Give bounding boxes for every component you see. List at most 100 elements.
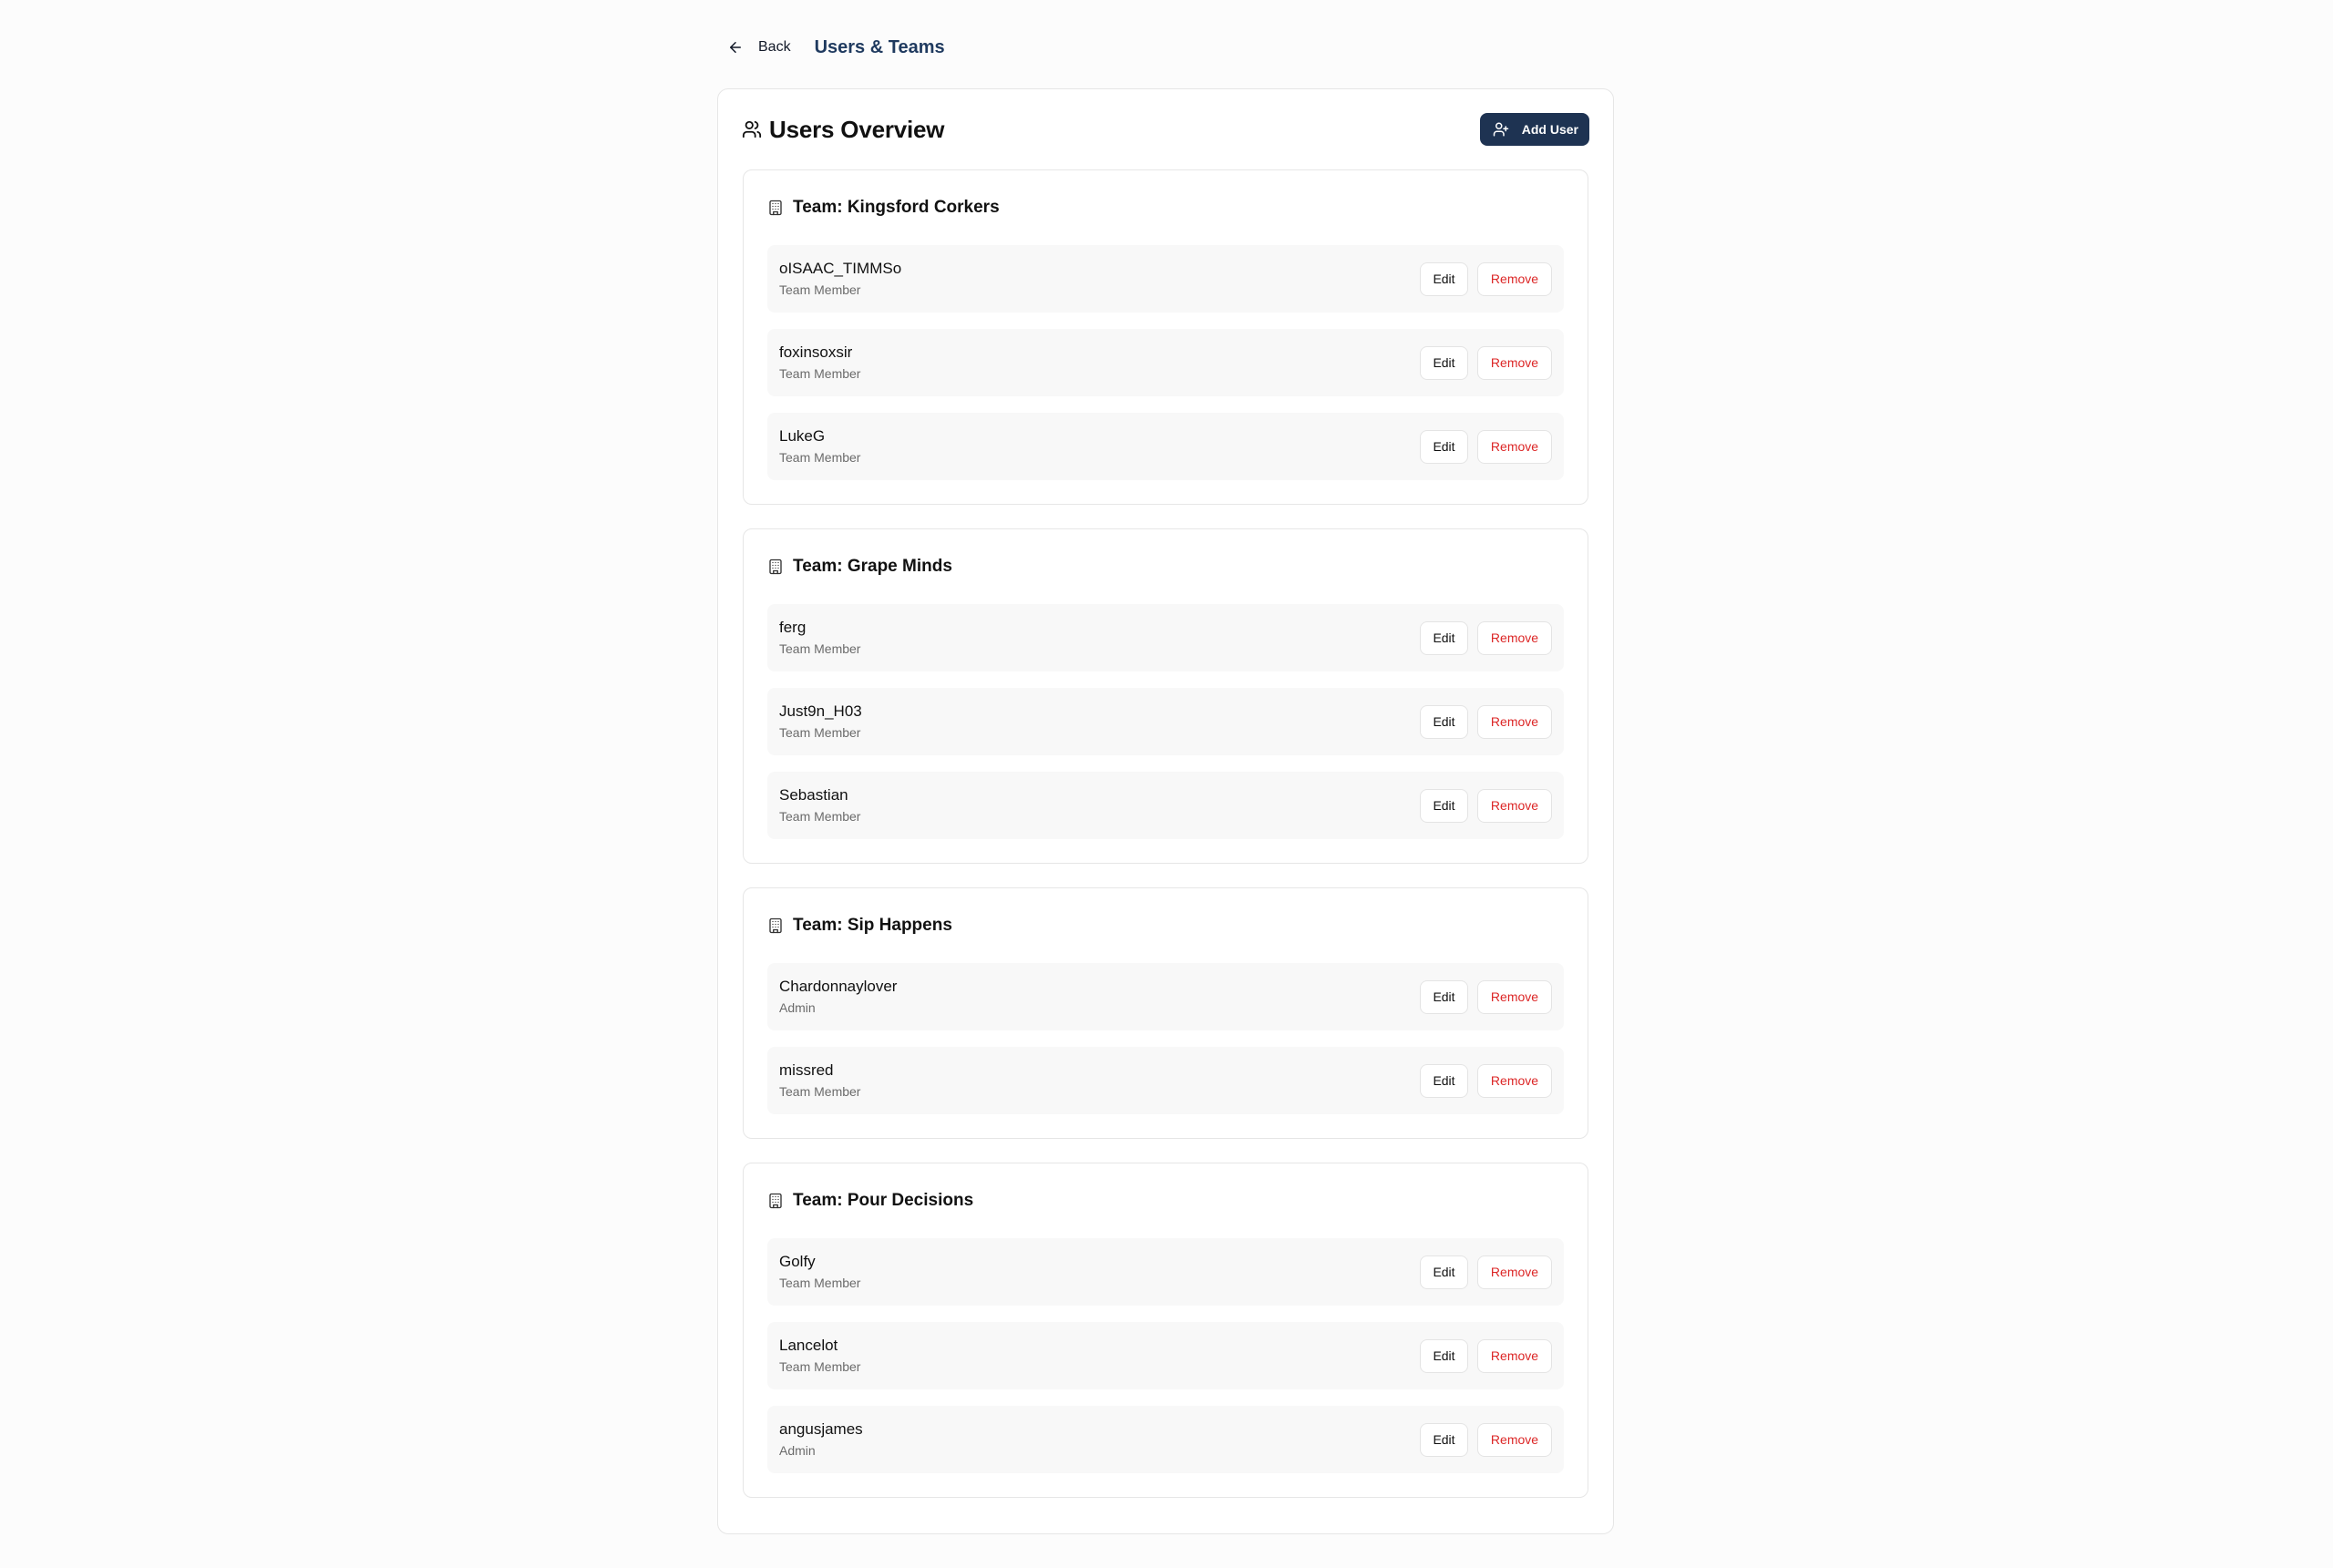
member-actions: Edit Remove bbox=[1420, 979, 1552, 1014]
building-icon bbox=[767, 558, 784, 576]
member-name: angusjames bbox=[779, 1420, 863, 1438]
member-name: missred bbox=[779, 1061, 834, 1079]
member-row: missred Team Member Edit Remove bbox=[767, 1047, 1564, 1114]
member-role: Team Member bbox=[779, 809, 861, 824]
team-title: Team: Sip Happens bbox=[793, 916, 952, 935]
member-info: Chardonnaylover Admin bbox=[779, 977, 897, 1017]
add-user-button[interactable]: Add User bbox=[1479, 113, 1589, 146]
page: Back Users & Teams Users Overview Add Us… bbox=[0, 0, 2333, 1568]
member-row: angusjames Admin Edit Remove bbox=[767, 1406, 1564, 1473]
member-info: oISAAC_TIMMSo Team Member bbox=[779, 259, 901, 299]
edit-user-button[interactable]: Edit bbox=[1420, 429, 1468, 464]
top-bar: Back Users & Teams bbox=[718, 31, 945, 64]
edit-user-button[interactable]: Edit bbox=[1420, 1338, 1468, 1373]
back-label: Back bbox=[758, 39, 791, 55]
card-title: Users Overview bbox=[769, 115, 945, 143]
member-role: Team Member bbox=[779, 1276, 861, 1290]
remove-user-button[interactable]: Remove bbox=[1477, 1063, 1552, 1098]
card-header: Users Overview Add User bbox=[742, 113, 1589, 146]
team-header: Team: Grape Minds bbox=[767, 553, 1564, 580]
member-info: foxinsoxsir Team Member bbox=[779, 343, 860, 383]
edit-user-button[interactable]: Edit bbox=[1420, 788, 1468, 823]
member-row: Golfy Team Member Edit Remove bbox=[767, 1238, 1564, 1306]
edit-user-button[interactable]: Edit bbox=[1420, 704, 1468, 739]
building-icon bbox=[767, 1192, 784, 1210]
member-actions: Edit Remove bbox=[1420, 345, 1552, 380]
add-user-label: Add User bbox=[1521, 122, 1578, 137]
member-row: Chardonnaylover Admin Edit Remove bbox=[767, 963, 1564, 1030]
team-title: Team: Kingsford Corkers bbox=[793, 198, 1000, 217]
member-actions: Edit Remove bbox=[1420, 1255, 1552, 1289]
remove-user-button[interactable]: Remove bbox=[1477, 261, 1552, 296]
member-name: Golfy bbox=[779, 1253, 816, 1270]
edit-user-button[interactable]: Edit bbox=[1420, 1063, 1468, 1098]
remove-user-button[interactable]: Remove bbox=[1477, 1338, 1552, 1373]
member-row: oISAAC_TIMMSo Team Member Edit Remove bbox=[767, 245, 1564, 313]
member-info: LukeG Team Member bbox=[779, 426, 860, 466]
edit-user-button[interactable]: Edit bbox=[1420, 1255, 1468, 1289]
remove-user-button[interactable]: Remove bbox=[1477, 788, 1552, 823]
member-actions: Edit Remove bbox=[1420, 1338, 1552, 1373]
remove-user-button[interactable]: Remove bbox=[1477, 429, 1552, 464]
remove-user-button[interactable]: Remove bbox=[1477, 704, 1552, 739]
team-section: Team: Pour Decisions Golfy Team Member Edit… bbox=[743, 1163, 1588, 1498]
member-actions: Edit Remove bbox=[1420, 261, 1552, 296]
member-info: Sebastian Team Member bbox=[779, 785, 860, 825]
remove-user-button[interactable]: Remove bbox=[1477, 1255, 1552, 1289]
remove-user-button[interactable]: Remove bbox=[1477, 1422, 1552, 1457]
member-name: Lancelot bbox=[779, 1337, 838, 1354]
member-row: ferg Team Member Edit Remove bbox=[767, 604, 1564, 671]
member-actions: Edit Remove bbox=[1420, 1063, 1552, 1098]
member-name: Chardonnaylover bbox=[779, 978, 898, 995]
member-row: LukeG Team Member Edit Remove bbox=[767, 413, 1564, 480]
edit-user-button[interactable]: Edit bbox=[1420, 1422, 1468, 1457]
member-row: Lancelot Team Member Edit Remove bbox=[767, 1322, 1564, 1389]
building-icon bbox=[767, 917, 784, 935]
user-plus-icon bbox=[1493, 121, 1522, 138]
card-title-group: Users Overview bbox=[742, 115, 945, 144]
member-role: Team Member bbox=[779, 450, 861, 465]
back-button[interactable]: Back bbox=[718, 31, 804, 64]
edit-user-button[interactable]: Edit bbox=[1420, 261, 1468, 296]
team-section: Team: Kingsford Corkers oISAAC_TIMMSo Team… bbox=[743, 169, 1588, 505]
member-role: Team Member bbox=[779, 282, 861, 297]
team-header: Team: Kingsford Corkers bbox=[767, 194, 1564, 221]
edit-user-button[interactable]: Edit bbox=[1420, 345, 1468, 380]
users-overview-card: Users Overview Add User Team: Kingsford … bbox=[717, 88, 1614, 1534]
team-section: Team: Sip Happens Chardonnaylover Admin Edi… bbox=[743, 887, 1588, 1139]
member-role: Admin bbox=[779, 1443, 816, 1458]
member-actions: Edit Remove bbox=[1420, 788, 1552, 823]
member-role: Team Member bbox=[779, 725, 861, 740]
member-role: Admin bbox=[779, 1000, 816, 1015]
remove-user-button[interactable]: Remove bbox=[1477, 345, 1552, 380]
users-icon bbox=[742, 119, 762, 139]
member-role: Team Member bbox=[779, 1359, 861, 1374]
member-role: Team Member bbox=[779, 641, 861, 656]
member-row: Sebastian Team Member Edit Remove bbox=[767, 772, 1564, 839]
member-actions: Edit Remove bbox=[1420, 429, 1552, 464]
member-actions: Edit Remove bbox=[1420, 620, 1552, 655]
member-name: LukeG bbox=[779, 427, 826, 445]
member-row: foxinsoxsir Team Member Edit Remove bbox=[767, 329, 1564, 396]
building-icon bbox=[767, 199, 784, 217]
member-info: Lancelot Team Member bbox=[779, 1336, 860, 1376]
member-info: angusjames Admin bbox=[779, 1419, 863, 1460]
member-name: Just9n_H03 bbox=[779, 702, 862, 720]
member-row: Just9n_H03 Team Member Edit Remove bbox=[767, 688, 1564, 755]
member-info: Just9n_H03 Team Member bbox=[779, 702, 862, 742]
team-section: Team: Grape Minds ferg Team Member Edit Remo… bbox=[743, 528, 1588, 864]
member-name: ferg bbox=[779, 619, 807, 636]
edit-user-button[interactable]: Edit bbox=[1420, 979, 1468, 1014]
remove-user-button[interactable]: Remove bbox=[1477, 620, 1552, 655]
edit-user-button[interactable]: Edit bbox=[1420, 620, 1468, 655]
arrow-left-icon bbox=[727, 39, 744, 56]
remove-user-button[interactable]: Remove bbox=[1477, 979, 1552, 1014]
page-title: Users & Teams bbox=[814, 36, 945, 57]
member-actions: Edit Remove bbox=[1420, 704, 1552, 739]
team-header: Team: Pour Decisions bbox=[767, 1187, 1564, 1214]
member-role: Team Member bbox=[779, 366, 861, 381]
member-info: Golfy Team Member bbox=[779, 1252, 860, 1292]
member-name: Sebastian bbox=[779, 786, 848, 804]
member-info: ferg Team Member bbox=[779, 618, 860, 658]
team-header: Team: Sip Happens bbox=[767, 912, 1564, 939]
